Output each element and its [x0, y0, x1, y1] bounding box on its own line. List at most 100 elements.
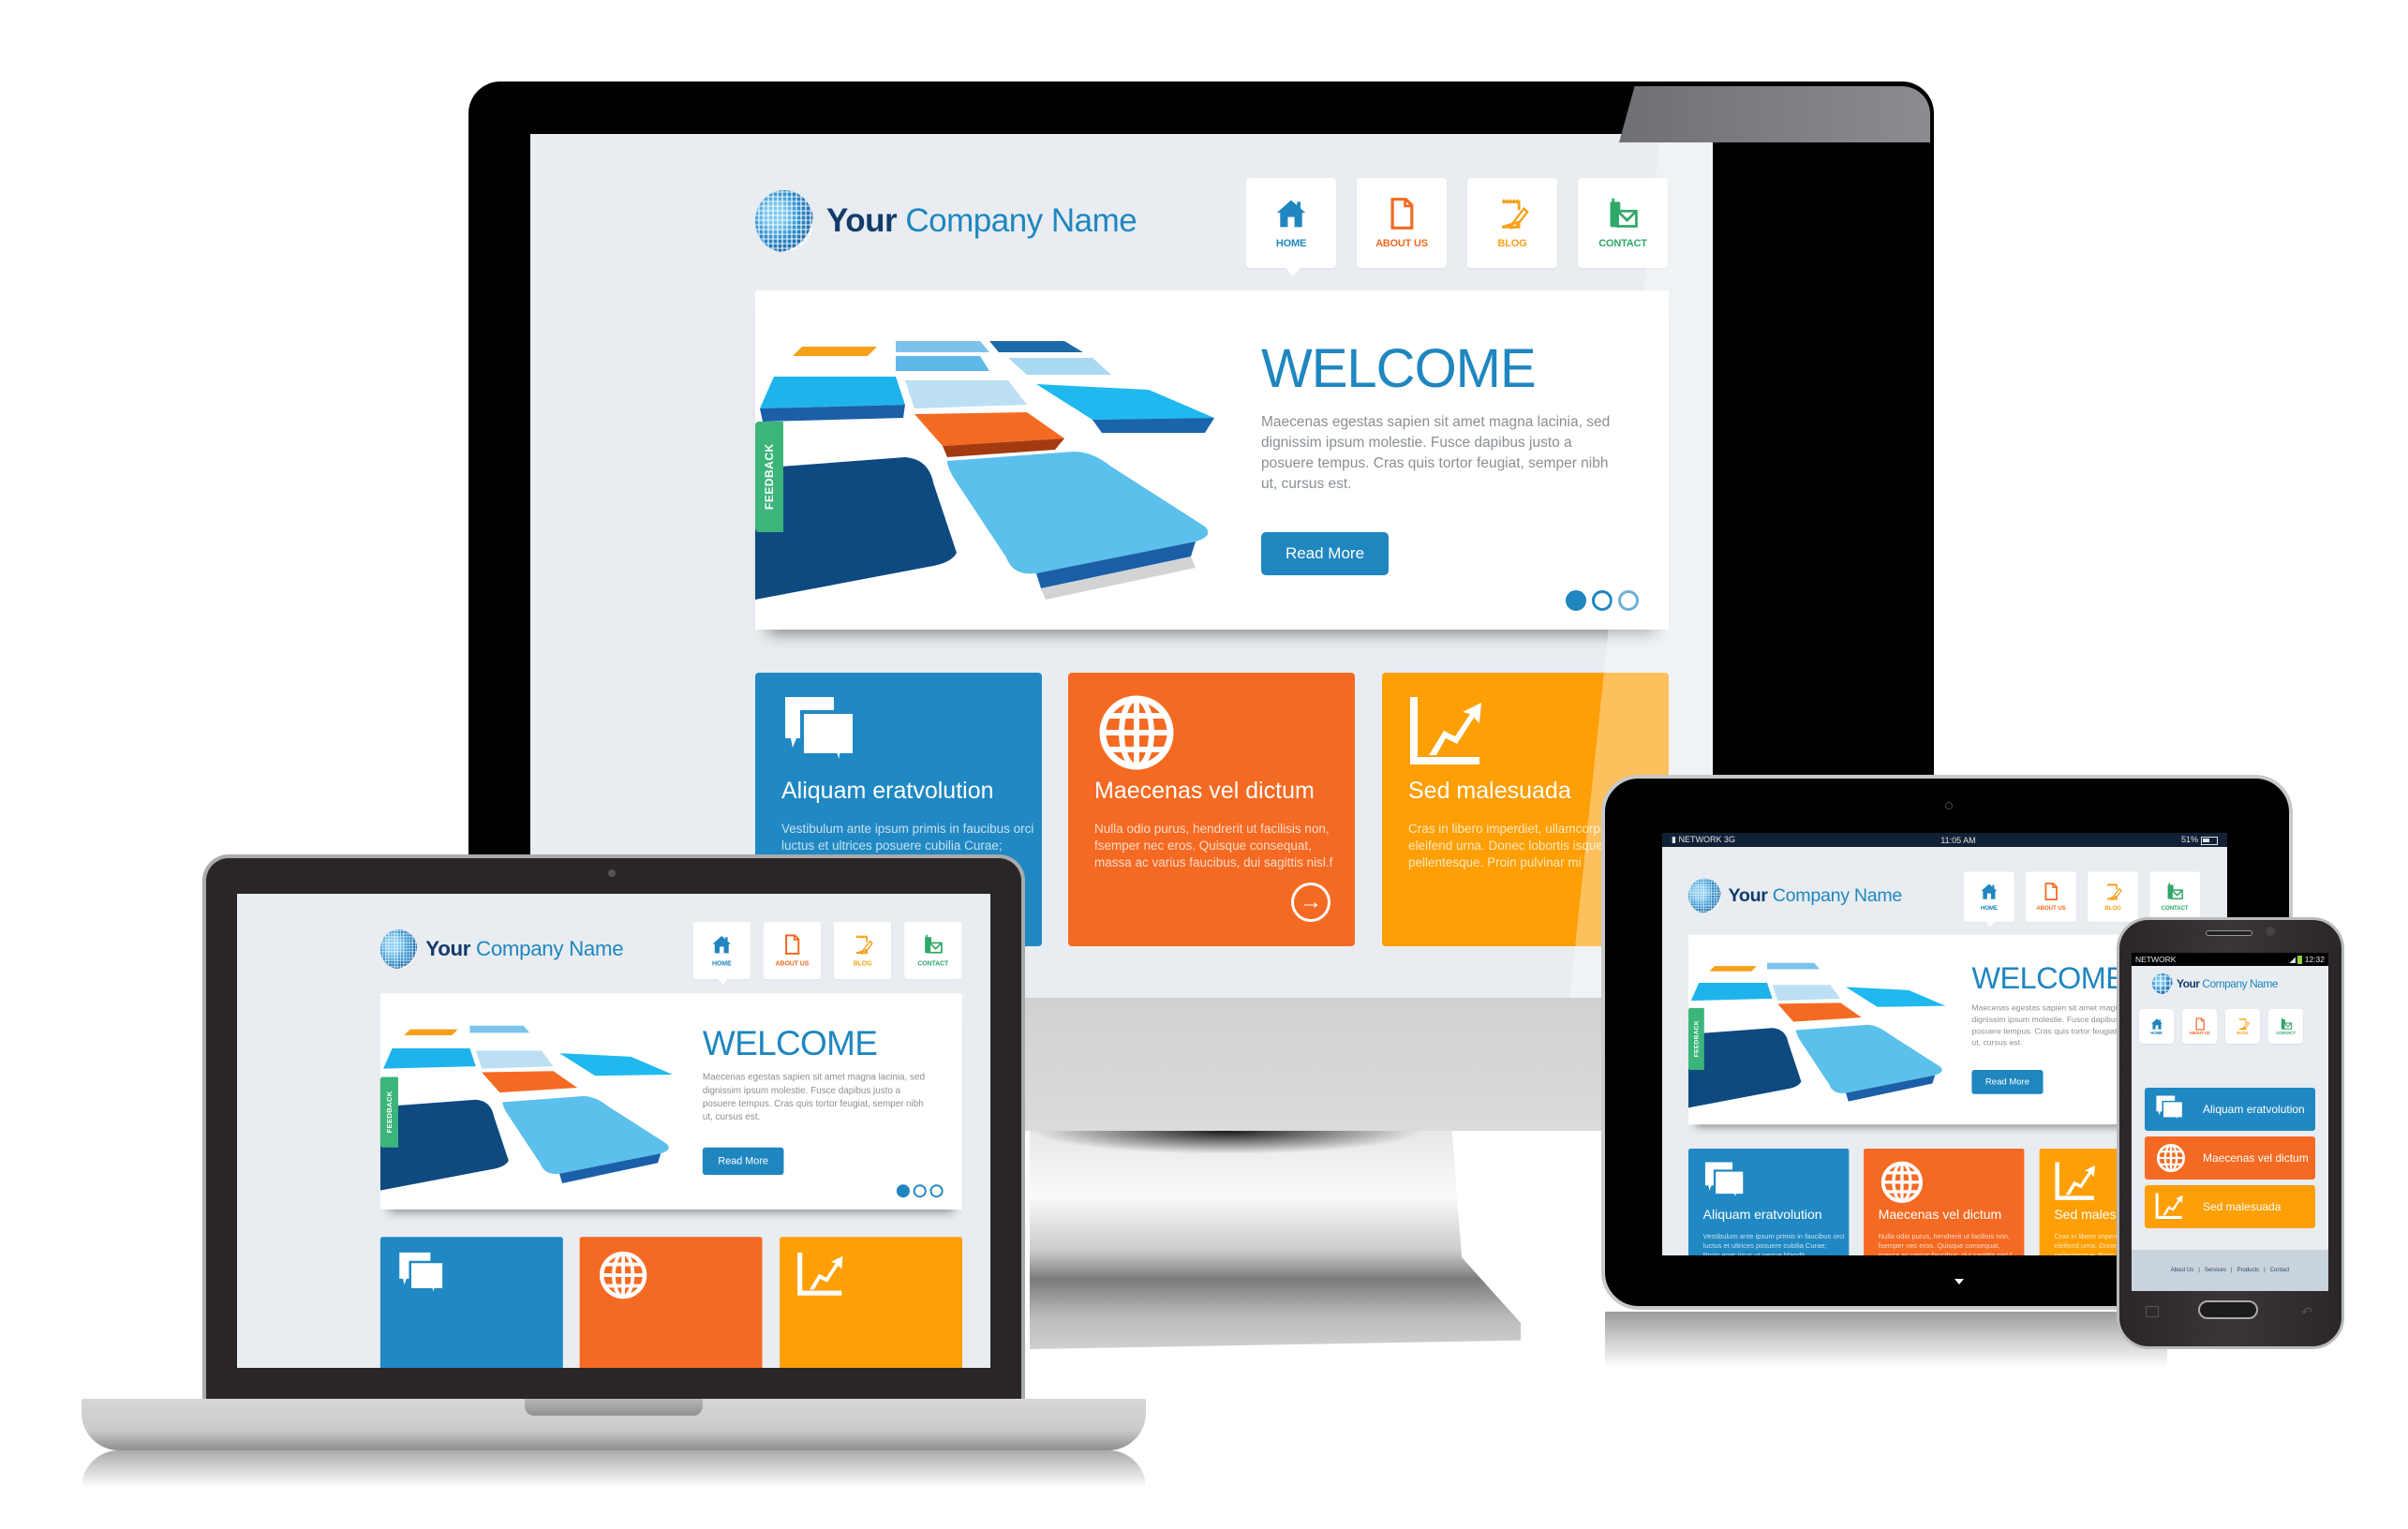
company-name: Your Company Name [425, 937, 624, 961]
company-logo[interactable]: Your Company Name [755, 190, 1137, 252]
main-nav: HOME ABOUT US BLOG CONTACT [1964, 871, 2200, 928]
hero-title: WELCOME [702, 1023, 878, 1063]
slider-dot-2[interactable] [1592, 590, 1613, 611]
notepad-pencil-icon [1495, 197, 1529, 230]
nav-label: BLOG [853, 959, 872, 968]
feature-tile-2[interactable]: Maecenas vel dictum Nulla odio purus, hen… [1864, 1149, 2025, 1255]
signal-icon: ◢ [2289, 954, 2296, 964]
phone-tile-3[interactable]: Sed malesuada [2145, 1185, 2315, 1228]
monitor-stand-shadow [1030, 1131, 1423, 1154]
slider-dot-1[interactable] [1566, 590, 1586, 611]
arrow-right-icon[interactable]: → [1291, 883, 1330, 922]
slider-dot-2[interactable] [913, 1184, 927, 1198]
read-more-button[interactable]: Read More [1261, 532, 1389, 575]
nav-about-us[interactable]: ABOUT US [1357, 178, 1447, 268]
slider-dot-1[interactable] [896, 1184, 910, 1198]
nav-blog[interactable]: BLOG [834, 921, 892, 980]
company-name: Your Company Name [2177, 977, 2278, 990]
tablet-camera-icon [1945, 802, 1953, 809]
phone-footer: About Us | Services | Products | Contact [2132, 1250, 2328, 1291]
growth-chart-icon [796, 1250, 850, 1300]
chat-bubbles-icon [781, 693, 866, 772]
feature-tile-3[interactable] [780, 1237, 962, 1368]
chat-bubbles-icon [1703, 1160, 1750, 1204]
network-indicator: ▮ NETWORK 3G [1672, 835, 1735, 844]
globe-logo-icon [379, 929, 418, 970]
nav-about-us[interactable]: ABOUT US [2182, 1009, 2217, 1044]
phone-menu-key-icon [2146, 1306, 2159, 1317]
nav-about-us[interactable]: ABOUT US [763, 921, 821, 980]
read-more-button[interactable]: Read More [1971, 1070, 2044, 1094]
nav-label: HOME [711, 959, 732, 968]
feedback-tab[interactable]: FEEDBACK [755, 422, 783, 532]
footer-link-services[interactable]: Services [2205, 1268, 2226, 1273]
network-indicator: NETWORK [2135, 955, 2177, 964]
notepad-pencil-icon [852, 934, 873, 956]
home-icon [2150, 1017, 2163, 1031]
nav-label: ABOUT US [2036, 905, 2066, 912]
feedback-tab[interactable]: FEEDBACK [1688, 1007, 1704, 1070]
feature-tile-2[interactable] [579, 1237, 763, 1368]
company-logo[interactable]: Your Company Name [379, 929, 624, 970]
hero-text: Maecenas egestas sapien sit amet magna l… [1261, 414, 1611, 492]
phone-tile-1[interactable]: Aliquam eratvolution [2145, 1088, 2315, 1131]
document-icon [2042, 883, 2060, 901]
feedback-tab[interactable]: FEEDBACK [379, 1076, 398, 1148]
hero-title: WELCOME [1971, 961, 2126, 996]
feature-tile-1[interactable] [379, 1237, 563, 1368]
nav-blog[interactable]: BLOG [2225, 1009, 2260, 1044]
nav-blog[interactable]: BLOG [2088, 871, 2138, 923]
slider-dot-3[interactable] [929, 1184, 944, 1198]
phone-camera-icon [2266, 927, 2275, 936]
tile-title: Maecenas vel dictum [1878, 1207, 2002, 1223]
nav-home[interactable]: HOME [692, 921, 751, 985]
nav-about-us[interactable]: ABOUT US [2026, 871, 2076, 923]
footer-separator: | [2198, 1268, 2200, 1273]
feature-tile-2[interactable]: Maecenas vel dictum Nulla odio purus, he… [1068, 673, 1355, 946]
growth-chart-icon [2152, 1192, 2190, 1222]
nav-home[interactable]: HOME [1964, 871, 2014, 928]
tile-title: Aliquam eratvolution [781, 778, 994, 804]
company-name: Your Company Name [826, 202, 1137, 239]
footer-link-products[interactable]: Products [2237, 1268, 2259, 1273]
battery-icon [2297, 955, 2303, 964]
nav-label: ABOUT US [2189, 1031, 2210, 1035]
feature-tile-1[interactable]: Aliquam eratvolution Vestibulum ante ipsu… [1688, 1149, 1850, 1255]
read-more-button[interactable]: Read More [702, 1147, 784, 1176]
clock: 12:32 [2304, 954, 2325, 964]
notepad-pencil-icon [2237, 1017, 2250, 1031]
globe-icon [1094, 693, 1179, 772]
hero-text: Maecenas egestas sapien sit amet magna l… [702, 1072, 925, 1122]
notepad-pencil-icon [2103, 883, 2122, 901]
nav-blog[interactable]: BLOG [1467, 178, 1557, 268]
phone-screen: NETWORK ◢ 12:32 Your Company Name HOME A… [2132, 953, 2328, 1291]
footer-link-contact[interactable]: Contact [2270, 1268, 2290, 1273]
nav-contact[interactable]: CONTACT [904, 921, 962, 980]
monitor-corner-glare [1619, 86, 1930, 142]
nav-contact[interactable]: CONTACT [2149, 871, 2200, 923]
growth-chart-icon [1408, 693, 1493, 772]
footer-link-about[interactable]: About Us [2171, 1268, 2194, 1273]
nav-contact[interactable]: CONTACT [2268, 1009, 2303, 1044]
nav-home[interactable]: HOME [2139, 1009, 2174, 1044]
laptop-screen: Your Company Name HOME ABOUT US BLOG CON… [237, 894, 990, 1368]
phone-tile-2[interactable]: Maecenas vel dictum [2145, 1136, 2315, 1180]
phone-back-key-icon: ↶ [2301, 1304, 2312, 1319]
company-name: Your Company Name [1728, 884, 1903, 906]
hero-slider: FEEDBACK WELCOME Maecenas egestas sapien… [379, 993, 962, 1210]
tablet-reflection [1605, 1312, 2167, 1368]
tile-text: Nulla odio purus, hendrerit ut facilisis… [1094, 822, 1333, 869]
chat-bubbles-icon [2152, 1094, 2190, 1124]
company-logo[interactable]: Your Company Name [1688, 878, 1903, 913]
phone-logo[interactable]: Your Company Name [2152, 973, 2278, 994]
phone-home-button[interactable] [2198, 1300, 2258, 1319]
nav-home[interactable]: HOME [1246, 178, 1336, 276]
nav-label: CONTACT [2161, 905, 2189, 912]
globe-logo-icon [755, 190, 813, 252]
phone-status-bar: NETWORK ◢ 12:32 [2132, 953, 2328, 966]
nav-label: HOME [1275, 238, 1307, 249]
tile-title: Sed malesuada [1408, 778, 1571, 804]
clock: 11:05 AM [1940, 835, 1976, 845]
nav-label: BLOG [2104, 905, 2121, 912]
chat-bubbles-icon [397, 1250, 451, 1300]
